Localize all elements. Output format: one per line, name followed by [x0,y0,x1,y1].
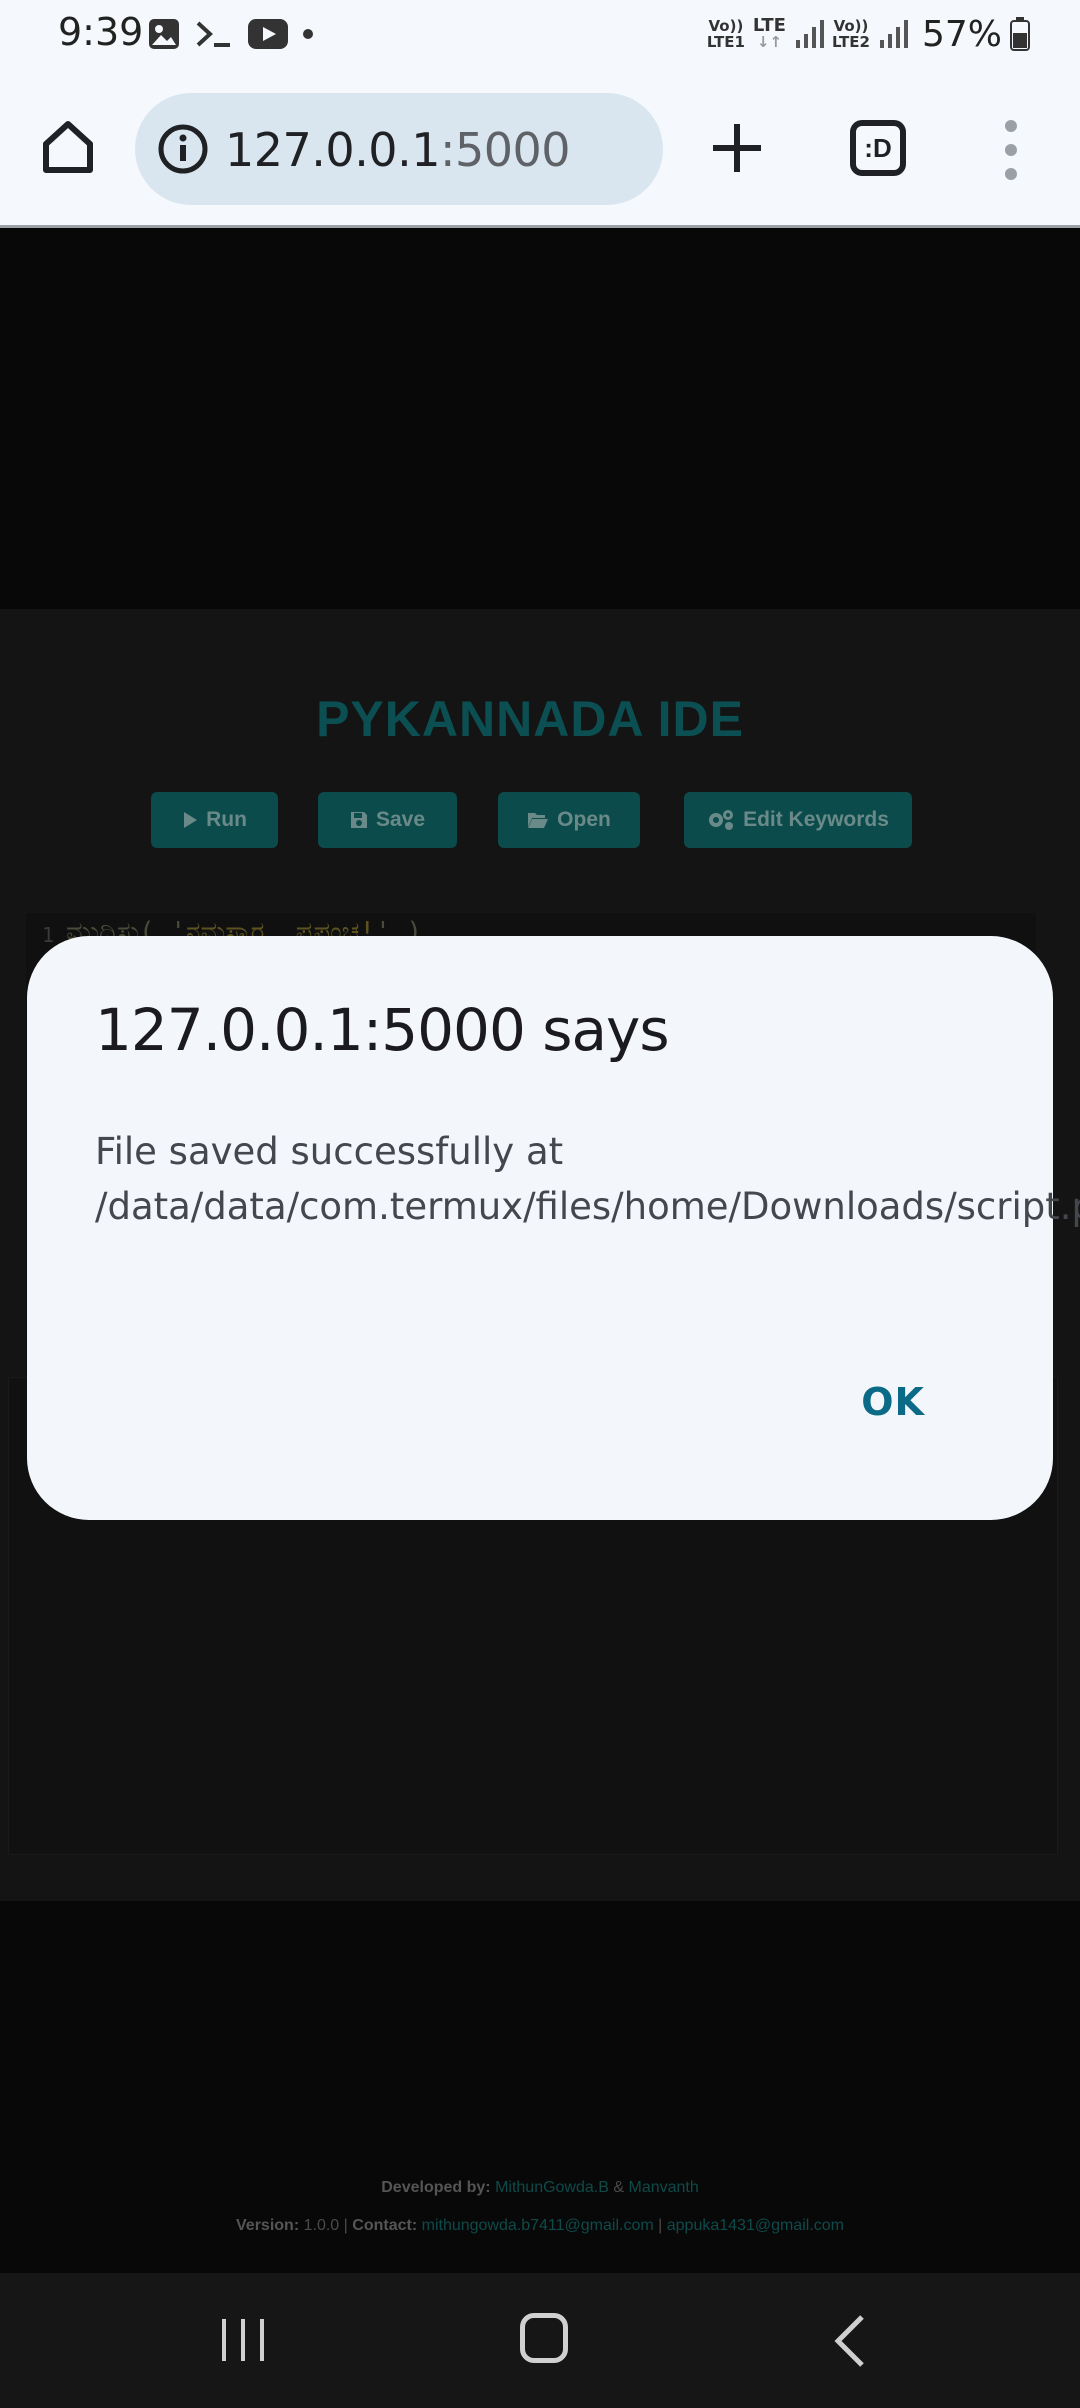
open-label: Open [557,808,611,831]
info-icon[interactable] [157,123,209,175]
signal-icon [795,20,824,48]
version-value: 1.0.0 [303,2217,340,2234]
contact-label: Contact: [352,2217,418,2234]
url-text[interactable]: 127.0.0.1:5000 [225,123,571,177]
status-right: Vo)) LTE1 LTE ↓↑ Vo)) LTE2 57% [707,12,1030,56]
url-port: :5000 [439,123,571,177]
more-options-icon[interactable] [996,118,1026,182]
dialog-title: 127.0.0.1:5000 says [95,996,670,1064]
sim2-label: Vo)) LTE2 [831,17,870,51]
dev2-link[interactable]: Manvanth [628,2179,698,2196]
separator: | [658,2217,663,2234]
amp: & [613,2179,625,2196]
lte-label: LTE ↓↑ [752,15,786,51]
version-label: Version: [236,2217,300,2234]
battery-icon [1010,17,1030,51]
plus-icon[interactable] [705,116,769,180]
home-icon[interactable] [36,114,100,178]
status-bar: 9:39 Vo)) LTE1 LTE ↓↑ Vo)) LTE2 57% [0,0,1080,68]
battery-percent: 57% [921,13,1002,55]
alert-dialog: 127.0.0.1:5000 says File saved successfu… [27,936,1080,1520]
edit-keywords-button[interactable]: Edit Keywords [684,792,912,848]
gears-icon [709,810,734,830]
footer-contact: Version: 1.0.0 | Contact: mithungowda.b7… [0,2217,1080,2235]
open-button[interactable]: Open [498,792,640,848]
edit-keywords-label: Edit Keywords [743,808,889,831]
address-bar[interactable]: 127.0.0.1:5000 [135,93,663,205]
status-time: 9:39 [58,10,144,54]
browser-toolbar: 127.0.0.1:5000 :D [0,68,1080,228]
page-title: PYKANNADA IDE [316,691,744,747]
back-icon[interactable] [830,2313,870,2369]
run-button[interactable]: Run [151,792,278,848]
separator: | [343,2217,348,2234]
dot-icon [303,29,313,39]
youtube-icon [248,19,288,49]
run-label: Run [206,808,247,831]
notification-icons [148,16,314,52]
ok-button[interactable]: OK [861,1380,925,1424]
email2-link[interactable]: appuka1431@gmail.com [667,2217,844,2234]
sim1-label: Vo)) LTE1 [706,17,745,51]
line-number: 1 [42,923,55,947]
play-icon [184,812,198,828]
floppy-icon [350,812,367,828]
footer-credits: Developed by: MithunGowda.B & Manvanth [0,2179,1080,2197]
url-host: 127.0.0.1 [225,123,440,177]
email1-link[interactable]: mithungowda.b7411@gmail.com [422,2217,654,2234]
tab-switcher-label: :D [864,132,892,163]
folder-open-icon [528,813,549,828]
developed-by-label: Developed by: [381,2179,491,2196]
ide-toolbar: Run Save Open Edit Keywords [0,792,1080,848]
system-nav-bar [0,2273,1080,2408]
dev1-link[interactable]: MithunGowda.B [495,2179,609,2196]
dialog-message: File saved successfully at /data/data/co… [95,1130,1080,1228]
save-button[interactable]: Save [318,792,457,848]
signal-icon [879,20,908,48]
terminal-icon [196,21,230,47]
gallery-icon [149,19,179,49]
tab-switcher-button[interactable]: :D [850,120,906,176]
home-nav-icon[interactable] [520,2313,568,2363]
save-label: Save [375,808,426,831]
recents-icon[interactable] [218,2317,268,2363]
